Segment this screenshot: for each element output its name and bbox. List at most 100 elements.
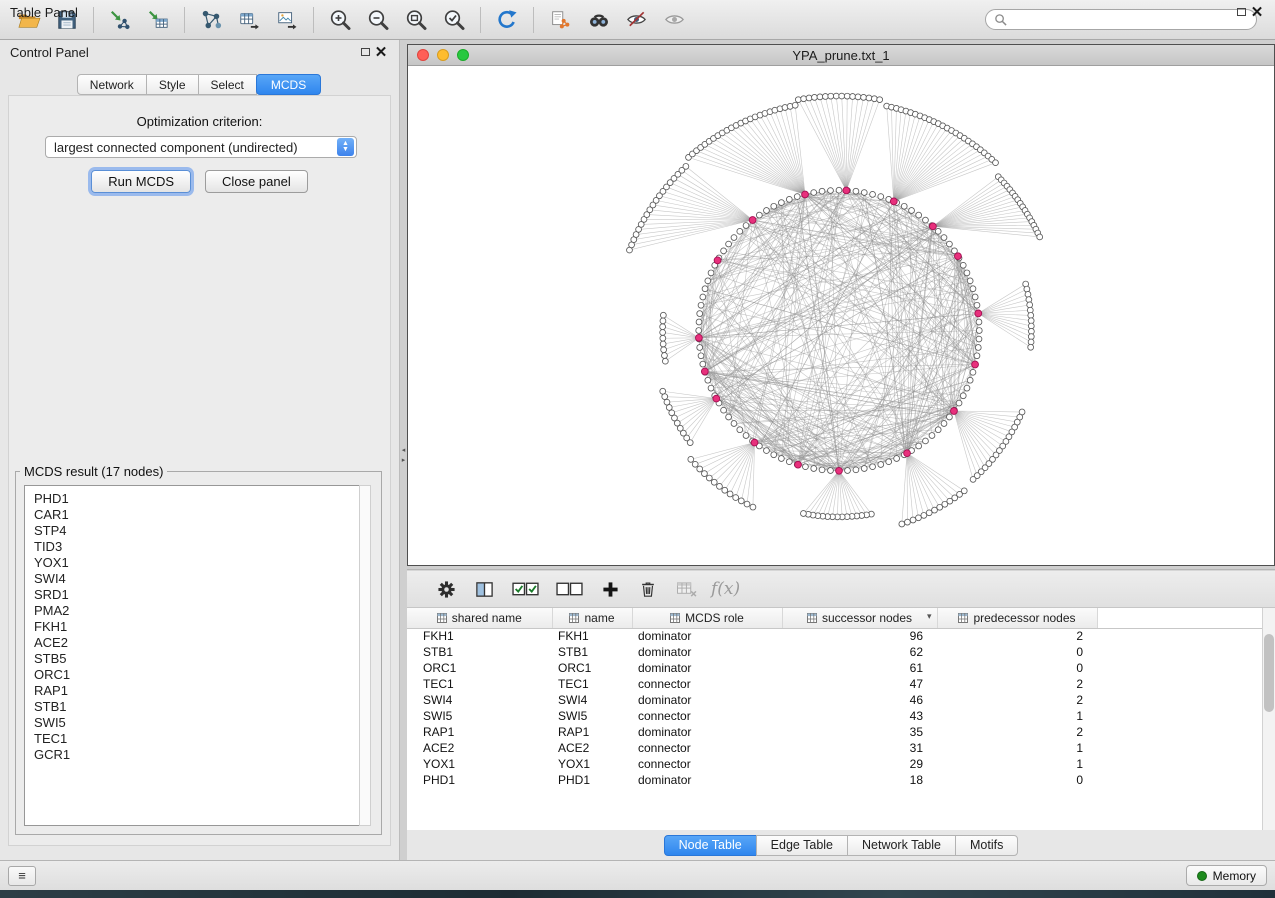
float-table-panel-button[interactable] <box>1233 4 1249 20</box>
show-columns-button[interactable] <box>467 574 501 604</box>
mcds-result-item[interactable]: TID3 <box>34 539 361 555</box>
table-cell[interactable]: dominator <box>632 660 782 676</box>
maximize-window-button[interactable] <box>457 49 469 61</box>
collapse-left-icon[interactable]: ◂ <box>402 446 406 454</box>
mcds-result-item[interactable]: STP4 <box>34 523 361 539</box>
table-cell[interactable]: YOX1 <box>552 756 632 772</box>
mcds-result-item[interactable]: ACE2 <box>34 635 361 651</box>
tab-motifs[interactable]: Motifs <box>955 835 1018 856</box>
table-cell[interactable]: 0 <box>937 644 1097 660</box>
column-header-successor-nodes[interactable]: successor nodes ▾ <box>782 608 937 628</box>
table-cell[interactable]: 29 <box>782 756 937 772</box>
table-row[interactable]: ORC1ORC1dominator610 <box>407 660 1275 676</box>
table-cell[interactable]: 1 <box>937 740 1097 756</box>
import-table-disabled-button[interactable] <box>669 574 703 604</box>
tab-mcds[interactable]: MCDS <box>256 74 321 95</box>
table-row[interactable]: SWI5SWI5connector431 <box>407 708 1275 724</box>
table-cell[interactable]: 2 <box>937 692 1097 708</box>
table-row[interactable]: RAP1RAP1dominator352 <box>407 724 1275 740</box>
table-cell[interactable]: 0 <box>937 660 1097 676</box>
mcds-result-item[interactable]: STB1 <box>34 699 361 715</box>
table-cell[interactable]: RAP1 <box>552 724 632 740</box>
tab-select[interactable]: Select <box>198 74 257 95</box>
table-cell[interactable]: RAP1 <box>407 724 552 740</box>
criterion-dropdown[interactable]: largest connected component (undirected)… <box>45 136 357 158</box>
table-cell[interactable]: 35 <box>782 724 937 740</box>
table-cell[interactable]: TEC1 <box>552 676 632 692</box>
column-header-name[interactable]: name <box>552 608 632 628</box>
table-cell[interactable]: ACE2 <box>407 740 552 756</box>
table-row[interactable]: PHD1PHD1dominator180 <box>407 772 1275 788</box>
mcds-result-item[interactable]: PMA2 <box>34 603 361 619</box>
memory-button[interactable]: Memory <box>1186 865 1267 886</box>
close-window-button[interactable] <box>417 49 429 61</box>
mcds-result-item[interactable]: YOX1 <box>34 555 361 571</box>
table-cell[interactable]: 62 <box>782 644 937 660</box>
network-graph[interactable] <box>408 66 1274 565</box>
panel-splitter[interactable]: ◂ ▸ <box>400 40 407 860</box>
table-cell[interactable]: SWI4 <box>552 692 632 708</box>
table-scrollbar-thumb[interactable] <box>1264 634 1274 712</box>
table-cell[interactable]: ACE2 <box>552 740 632 756</box>
column-header-shared-name[interactable]: shared name <box>407 608 552 628</box>
column-header-mcds-role[interactable]: MCDS role <box>632 608 782 628</box>
table-cell[interactable]: TEC1 <box>407 676 552 692</box>
table-row[interactable]: STB1STB1dominator620 <box>407 644 1275 660</box>
table-cell[interactable]: 2 <box>937 628 1097 644</box>
table-cell[interactable]: dominator <box>632 628 782 644</box>
table-cell[interactable]: 31 <box>782 740 937 756</box>
table-cell[interactable]: 2 <box>937 676 1097 692</box>
close-table-panel-button[interactable]: ✕ <box>1249 4 1265 20</box>
table-cell[interactable]: SWI5 <box>407 708 552 724</box>
float-panel-button[interactable] <box>357 44 373 60</box>
network-canvas[interactable] <box>408 66 1274 565</box>
table-cell[interactable]: dominator <box>632 772 782 788</box>
table-cell[interactable]: connector <box>632 756 782 772</box>
close-panel-button[interactable]: ✕ <box>373 44 389 60</box>
table-settings-button[interactable] <box>429 574 463 604</box>
mcds-result-item[interactable]: RAP1 <box>34 683 361 699</box>
deselect-all-button[interactable] <box>549 574 589 604</box>
table-cell[interactable]: PHD1 <box>407 772 552 788</box>
sort-caret-icon[interactable]: ▾ <box>927 611 932 622</box>
splitter-collapse-buttons[interactable]: ◂ ▸ <box>400 446 407 464</box>
table-cell[interactable]: 1 <box>937 708 1097 724</box>
mcds-result-item[interactable]: FKH1 <box>34 619 361 635</box>
table-cell[interactable]: 18 <box>782 772 937 788</box>
table-cell[interactable]: 43 <box>782 708 937 724</box>
table-cell[interactable]: ORC1 <box>552 660 632 676</box>
mcds-result-item[interactable]: CAR1 <box>34 507 361 523</box>
table-cell[interactable]: 47 <box>782 676 937 692</box>
table-cell[interactable]: connector <box>632 740 782 756</box>
create-column-button[interactable] <box>593 574 627 604</box>
table-cell[interactable]: FKH1 <box>407 628 552 644</box>
run-mcds-button[interactable]: Run MCDS <box>91 170 191 193</box>
table-row[interactable]: FKH1FKH1dominator962 <box>407 628 1275 644</box>
tab-edge-table[interactable]: Edge Table <box>756 835 848 856</box>
function-builder-label[interactable]: f(x) <box>711 579 740 599</box>
table-cell[interactable]: SWI4 <box>407 692 552 708</box>
table-cell[interactable]: 2 <box>937 724 1097 740</box>
table-cell[interactable]: STB1 <box>552 644 632 660</box>
expand-right-icon[interactable]: ▸ <box>402 456 406 464</box>
mcds-result-item[interactable]: STB5 <box>34 651 361 667</box>
tab-style[interactable]: Style <box>146 74 199 95</box>
table-row[interactable]: TEC1TEC1connector472 <box>407 676 1275 692</box>
table-cell[interactable]: PHD1 <box>552 772 632 788</box>
table-cell[interactable]: 0 <box>937 772 1097 788</box>
mcds-result-item[interactable]: SWI5 <box>34 715 361 731</box>
mcds-result-item[interactable]: SRD1 <box>34 587 361 603</box>
mcds-result-scrollbar[interactable] <box>359 485 371 826</box>
table-cell[interactable]: 96 <box>782 628 937 644</box>
mcds-result-item[interactable]: TEC1 <box>34 731 361 747</box>
table-cell[interactable]: dominator <box>632 724 782 740</box>
table-cell[interactable]: connector <box>632 676 782 692</box>
table-row[interactable]: YOX1YOX1connector291 <box>407 756 1275 772</box>
minimize-window-button[interactable] <box>437 49 449 61</box>
table-cell[interactable]: STB1 <box>407 644 552 660</box>
mcds-result-list[interactable]: PHD1CAR1STP4TID3YOX1SWI4SRD1PMA2FKH1ACE2… <box>24 485 371 826</box>
table-cell[interactable]: dominator <box>632 644 782 660</box>
table-cell[interactable]: connector <box>632 708 782 724</box>
table-cell[interactable]: dominator <box>632 692 782 708</box>
table-cell[interactable]: ORC1 <box>407 660 552 676</box>
